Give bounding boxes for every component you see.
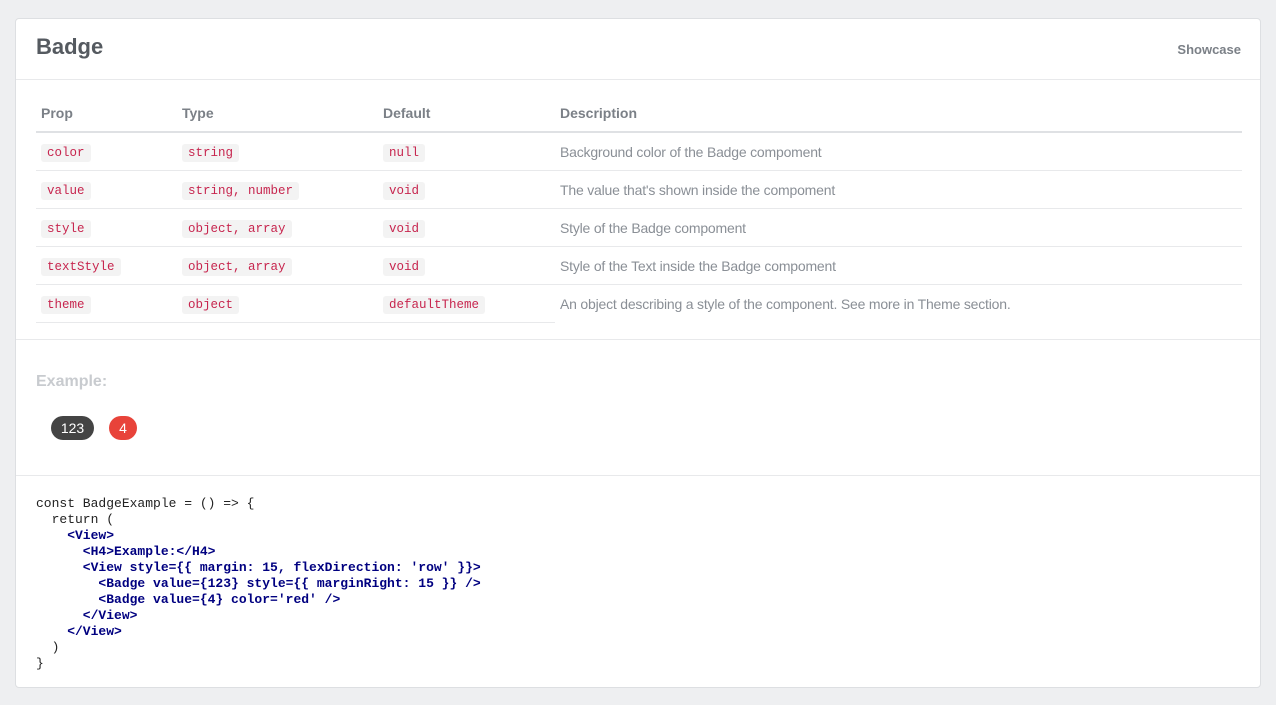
prop-name: value — [41, 182, 91, 200]
default-cell: defaultTheme — [378, 284, 555, 323]
prop-type: string — [182, 144, 240, 162]
table-row: style object, array void Style of the Ba… — [36, 208, 1242, 247]
column-header-description: Description — [555, 95, 1242, 133]
code-line: </View> — [36, 608, 138, 623]
prop-description: Style of the Badge compoment — [555, 208, 1242, 247]
badge-4: 4 — [109, 416, 137, 440]
table-row: textStyle object, array void Style of th… — [36, 246, 1242, 285]
type-cell: string, number — [177, 170, 378, 209]
prop-default: null — [383, 144, 426, 162]
prop-cell: style — [36, 208, 177, 247]
prop-cell: textStyle — [36, 246, 177, 285]
code-line: <View> — [36, 528, 115, 543]
type-cell: object, array — [177, 246, 378, 285]
default-cell: void — [378, 246, 555, 285]
prop-type: string, number — [182, 182, 300, 200]
prop-default: defaultTheme — [383, 296, 486, 314]
prop-name: textStyle — [41, 258, 121, 276]
badge-123: 123 — [51, 416, 94, 440]
prop-default: void — [383, 220, 426, 238]
code-line: </View> — [36, 624, 122, 639]
props-table-header: Prop Type Default Description — [36, 95, 1242, 133]
code-line: <H4>Example:</H4> — [36, 544, 216, 559]
card-header: Badge Showcase — [16, 19, 1260, 80]
code-line: <Badge value={4} color='red' /> — [36, 592, 341, 607]
table-row: value string, number void The value that… — [36, 170, 1242, 209]
prop-default: void — [383, 182, 426, 200]
code-line: <View style={{ margin: 15, flexDirection… — [36, 560, 481, 575]
showcase-link[interactable]: Showcase — [1177, 42, 1241, 57]
default-cell: void — [378, 170, 555, 209]
prop-cell: color — [36, 132, 177, 171]
table-row: color string null Background color of th… — [36, 132, 1242, 171]
prop-description: Style of the Text inside the Badge compo… — [555, 246, 1242, 285]
code-line: <Badge value={123} style={{ marginRight:… — [36, 576, 481, 591]
prop-description: An object describing a style of the comp… — [560, 295, 1011, 312]
prop-cell: value — [36, 170, 177, 209]
column-header-type: Type — [177, 95, 378, 133]
code-line: return ( — [36, 512, 115, 527]
prop-cell: theme — [36, 284, 177, 323]
prop-type: object — [182, 296, 240, 314]
prop-default: void — [383, 258, 426, 276]
type-cell: object, array — [177, 208, 378, 247]
code-line: ) — [36, 640, 60, 655]
code-line: const BadgeExample = () => { — [36, 496, 255, 511]
code-line: } — [36, 656, 44, 671]
example-heading: Example: — [36, 373, 108, 390]
prop-name: color — [41, 144, 91, 162]
badge-doc-card: Badge Showcase Prop Type Default Descrip… — [15, 18, 1261, 688]
prop-type: object, array — [182, 220, 292, 238]
column-header-default: Default — [378, 95, 555, 133]
props-table: Prop Type Default Description color stri… — [36, 95, 1242, 323]
code-block: const BadgeExample = () => { return ( <V… — [36, 496, 481, 672]
prop-type: object, array — [182, 258, 292, 276]
default-cell: void — [378, 208, 555, 247]
page-title: Badge — [36, 34, 104, 59]
prop-name: style — [41, 220, 91, 238]
type-cell: object — [177, 284, 378, 323]
example-section: Example: 123 4 — [16, 340, 1260, 476]
default-cell: null — [378, 132, 555, 171]
table-row: theme object defaultTheme An object desc… — [36, 284, 1242, 323]
props-section: Prop Type Default Description color stri… — [16, 80, 1260, 340]
column-header-prop: Prop — [36, 95, 177, 133]
prop-name: theme — [41, 296, 91, 314]
prop-description: The value that's shown inside the compom… — [555, 170, 1242, 209]
type-cell: string — [177, 132, 378, 171]
prop-description: Background color of the Badge compoment — [555, 132, 1242, 171]
